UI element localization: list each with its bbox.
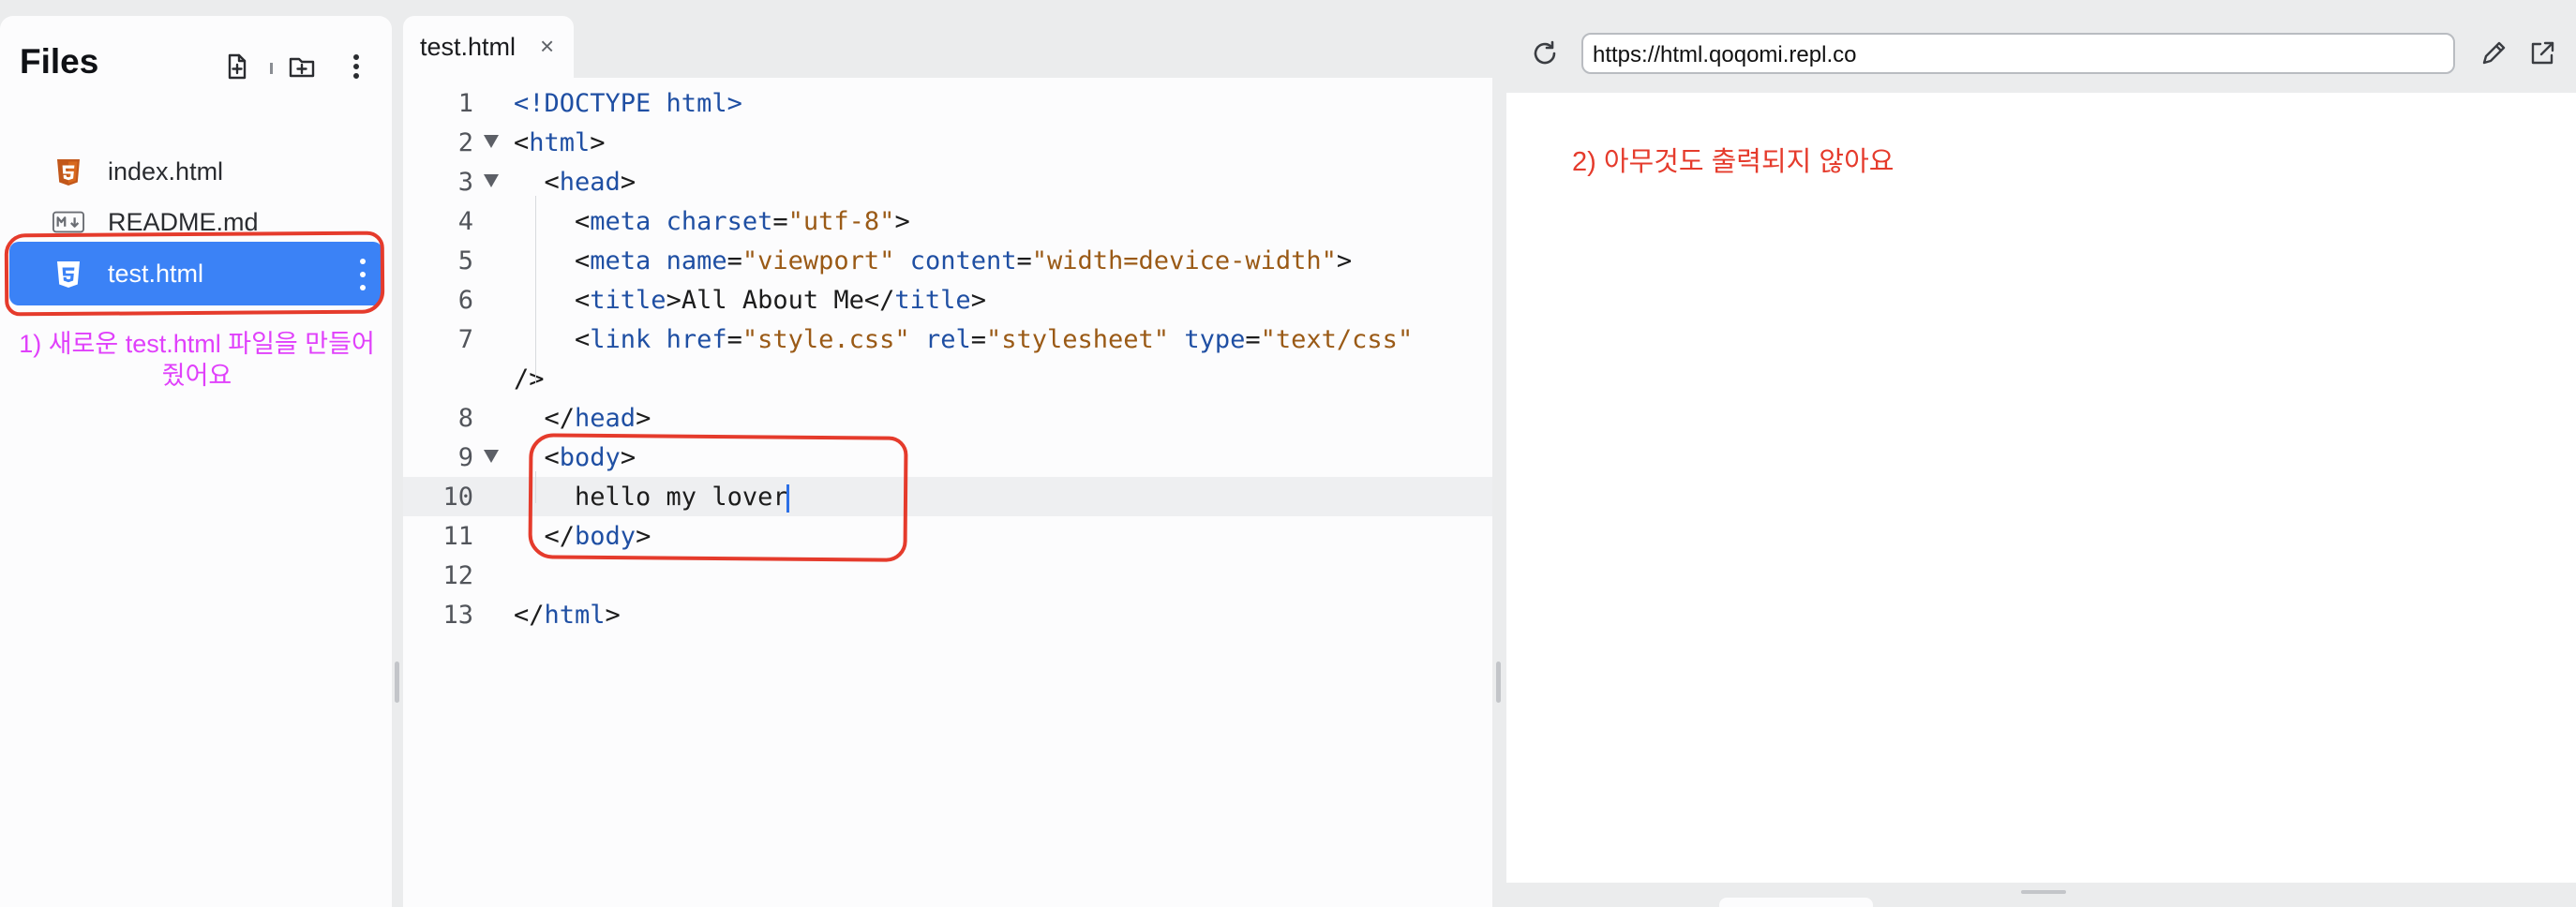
preview-toolbar: https://html.qoqomi.repl.co <box>1504 16 2576 93</box>
refresh-icon[interactable] <box>1526 35 1564 72</box>
preview-resize-handle[interactable] <box>2021 890 2066 894</box>
annotation-highlight-body <box>528 433 908 562</box>
files-title: Files <box>20 42 99 81</box>
editor-tab-bar: test.html × <box>403 16 1492 78</box>
code-line[interactable]: 8 </head> <box>403 398 1492 438</box>
annotation-new-file: 1) 새로운 test.html 파일을 만들어줬어요 <box>19 330 375 390</box>
fold-arrow-icon[interactable] <box>484 174 499 187</box>
code-text: /> <box>514 364 545 394</box>
code-line[interactable]: 13 </html> <box>403 595 1492 634</box>
code-text: <meta charset="utf-8"> <box>514 207 910 236</box>
code-text: <head> <box>514 168 637 197</box>
preview-pane[interactable]: 2) 아무것도 출력되지 않아요 <box>1506 93 2576 883</box>
line-number: 3 <box>457 168 473 197</box>
tab-label: test.html <box>420 33 517 61</box>
indent-guide <box>535 196 536 383</box>
code-line[interactable]: 6 <title>All About Me</title> <box>403 280 1492 320</box>
code-text: </html> <box>514 601 621 630</box>
code-line[interactable]: 1 <!DOCTYPE html> <box>403 83 1492 123</box>
code-text: <html> <box>514 128 606 157</box>
tab-test-html[interactable]: test.html × <box>403 16 574 78</box>
line-number: 1 <box>457 89 473 118</box>
line-number: 6 <box>457 286 473 315</box>
action-divider <box>270 63 273 74</box>
editor-resize-handle[interactable] <box>1496 662 1501 703</box>
close-icon[interactable]: × <box>540 32 554 61</box>
files-resize-handle[interactable] <box>395 662 399 703</box>
html5-icon <box>52 156 84 188</box>
file-name: index.html <box>108 157 224 186</box>
code-line[interactable]: 2 <html> <box>403 123 1492 162</box>
line-number: 11 <box>442 522 473 551</box>
line-number: 13 <box>442 601 473 630</box>
code-text: <meta name="viewport" content="width=dev… <box>514 246 1353 275</box>
code-line[interactable]: /> <box>403 359 1492 398</box>
line-number: 12 <box>442 561 473 590</box>
code-line[interactable]: 4 <meta charset="utf-8"> <box>403 201 1492 241</box>
code-text: <link href="style.css" rel="stylesheet" … <box>514 325 1414 354</box>
open-new-tab-icon[interactable] <box>2524 35 2561 72</box>
code-text: <!DOCTYPE html> <box>514 89 742 118</box>
line-number: 4 <box>457 207 473 236</box>
code-line[interactable]: 12 <box>403 556 1492 595</box>
code-line[interactable]: 3 <head> <box>403 162 1492 201</box>
line-number: 2 <box>457 128 473 157</box>
annotation-no-output: 2) 아무것도 출력되지 않아요 <box>1572 147 1895 177</box>
code-line[interactable]: 7 <link href="style.css" rel="stylesheet… <box>403 320 1492 359</box>
line-number: 10 <box>442 483 473 512</box>
files-panel: Files index.html README.md test.html 1) … <box>0 16 392 907</box>
line-number: 8 <box>457 404 473 433</box>
fold-arrow-icon[interactable] <box>484 135 499 148</box>
code-line[interactable]: 5 <meta name="viewport" content="width=d… <box>403 241 1492 280</box>
fold-arrow-icon[interactable] <box>484 450 499 463</box>
new-folder-icon[interactable] <box>283 48 321 85</box>
line-number: 7 <box>457 325 473 354</box>
line-number: 9 <box>457 443 473 472</box>
annotation-highlight-file <box>4 230 385 317</box>
code-text: <title>All About Me</title> <box>514 286 986 315</box>
file-item-index-html[interactable]: index.html <box>9 140 382 203</box>
bottom-tab[interactable] <box>1719 898 1873 907</box>
url-input[interactable]: https://html.qoqomi.repl.co <box>1581 33 2455 74</box>
new-file-icon[interactable] <box>217 48 255 85</box>
edit-pencil-icon[interactable] <box>2475 35 2512 72</box>
more-options-icon[interactable] <box>337 48 375 85</box>
code-text: </head> <box>514 404 651 433</box>
line-number: 5 <box>457 246 473 275</box>
